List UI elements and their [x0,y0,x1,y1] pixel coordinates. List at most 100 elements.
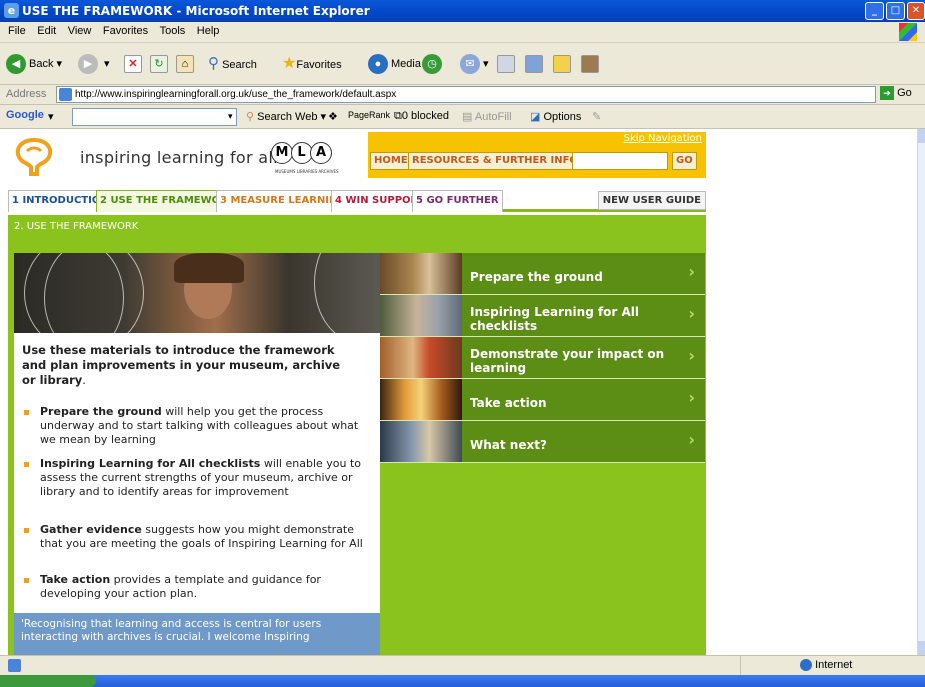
print-button[interactable] [497,53,515,75]
link-prepare-the-ground[interactable]: Prepare the ground › [380,253,705,295]
news-icon[interactable]: ❖ [328,110,338,123]
menu-tools[interactable]: Tools [160,25,186,37]
home-link[interactable]: HOME [370,152,412,170]
window-title-bar: e USE THE FRAMEWORK - Microsoft Internet… [0,0,925,22]
stop-icon: ✕ [124,55,142,74]
bullet-checklists: Inspiring Learning for All checklists wi… [22,457,372,499]
page-status-icon [8,659,21,672]
autofill-icon: ▤ [462,111,473,123]
link-label: Demonstrate your impact on learning [470,346,665,375]
intro-bold: Use these materials to introduce the fra… [22,343,341,387]
address-input[interactable]: http://www.inspiringlearningforall.org.u… [56,86,876,103]
favorites-button[interactable]: ★Favorites [282,53,342,75]
menu-file[interactable]: File [8,25,26,37]
media-button[interactable]: ● Media [368,53,421,75]
bullet-bold[interactable]: Prepare the ground [40,405,162,418]
google-search-dropdown-icon[interactable]: ▾ [228,111,233,122]
menu-bar: File Edit View Favorites Tools Help [0,22,925,43]
people-computer-thumbnail [380,295,462,336]
link-label: Prepare the ground [470,269,603,284]
link-what-next[interactable]: What next? › [380,421,705,463]
resources-link[interactable]: RESOURCES & FURTHER INFO [408,152,582,170]
mail-button[interactable]: ✉ ▾ [460,53,489,75]
intro-text: Use these materials to introduce the fra… [22,343,352,388]
link-ilfa-checklists[interactable]: Inspiring Learning for All checklists › [380,295,705,337]
options-button[interactable]: ◪ Options [530,110,581,123]
address-url: http://www.inspiringlearningforall.org.u… [75,89,397,100]
star-icon: ★ [282,55,297,72]
windows-logo-icon [899,23,917,41]
printer-icon [497,55,515,74]
link-label: What next? [470,437,547,452]
autofill-button[interactable]: ▤ AutoFill [462,110,512,123]
bullet-bold[interactable]: Gather evidence [40,523,142,536]
children-thumbnail [380,337,462,378]
maximize-button[interactable]: □ [886,2,905,20]
edit-page-icon [525,55,543,74]
mla-subtitle: MUSEUMS LIBRARIES ARCHIVES [275,169,339,174]
forward-button[interactable]: ▶ ▾ [78,53,110,75]
google-menu[interactable]: Google [6,109,44,121]
mla-letter-m: M [271,142,293,164]
address-label: Address [6,88,47,100]
stop-button[interactable]: ✕ [124,53,142,75]
intro-tail: . [82,373,86,387]
scroll-down-button[interactable] [918,641,925,655]
menu-help[interactable]: Help [197,25,220,37]
chevron-right-icon: › [688,262,695,281]
discuss-button[interactable] [553,53,571,75]
go-arrow-icon: ➔ [880,86,894,100]
site-search-go-button[interactable]: GO [672,152,697,170]
search-web-button[interactable]: ⚲ Search Web ▾ [246,110,326,123]
magnifier-icon: ⚲ [208,55,219,72]
bullet-bold[interactable]: Inspiring Learning for All checklists [40,457,260,470]
google-dropdown-icon[interactable]: ▾ [48,110,54,123]
chevron-right-icon: › [688,430,695,449]
search-button[interactable]: ⚲ Search [208,53,257,75]
status-bar: Internet [0,655,925,676]
link-demonstrate-impact[interactable]: Demonstrate your impact on learning › [380,337,705,379]
main-content: 2. USE THE FRAMEWORK Use these materials… [8,215,706,655]
hair-shape [174,253,244,283]
back-arrow-icon: ◀ [6,54,26,75]
tab-measure-learning[interactable]: 3 MEASURE LEARNING [216,190,350,212]
site-search-input[interactable] [572,152,668,170]
google-search-input[interactable] [72,108,237,126]
bullet-take-action: Take action provides a template and guid… [22,573,372,601]
minimize-button[interactable]: _ [865,2,884,20]
lights-thumbnail [380,379,462,420]
skip-navigation-link[interactable]: Skip Navigation [624,133,702,144]
intro-panel: Use these materials to introduce the fra… [14,253,380,655]
menu-favorites[interactable]: Favorites [103,25,148,37]
options-icon: ◪ [530,111,541,123]
refresh-button[interactable]: ↻ [150,53,168,75]
tab-go-further[interactable]: 5 GO FURTHER [412,190,503,212]
folder-icon [553,55,571,74]
menu-edit[interactable]: Edit [37,25,56,37]
zone-label: Internet [815,659,853,671]
pencil-icon[interactable]: ✎ [592,110,601,123]
new-user-guide-button[interactable]: NEW USER GUIDE [597,191,706,210]
research-button[interactable] [581,53,599,75]
internet-zone: Internet [800,659,853,672]
scroll-up-button[interactable] [918,129,925,143]
chevron-right-icon: › [688,388,695,407]
back-button[interactable]: ◀ Back ▾ [6,53,62,75]
edit-button[interactable] [525,53,543,75]
history-button[interactable]: ◷ [422,53,445,75]
popup-blocker-button[interactable]: ⧉0 blocked [394,110,449,123]
vertical-scrollbar[interactable] [917,129,925,655]
home-button[interactable]: ⌂ [176,53,194,75]
close-button[interactable]: ✕ [907,2,925,20]
link-take-action[interactable]: Take action › [380,379,705,421]
page-icon [59,88,72,101]
header-yellow-box: Skip Navigation HOME RESOURCES & FURTHER… [368,132,706,178]
section-links: Prepare the ground › Inspiring Learning f… [380,253,705,463]
bullet-bold[interactable]: Take action [40,573,110,586]
menu-view[interactable]: View [68,25,92,37]
address-go-button[interactable]: ➔ Go [880,86,912,100]
binoculars-icon: ⚲ [246,111,255,123]
visitors-thumbnail [380,421,462,462]
mla-letter-a: A [310,142,332,164]
start-button[interactable] [0,675,96,687]
